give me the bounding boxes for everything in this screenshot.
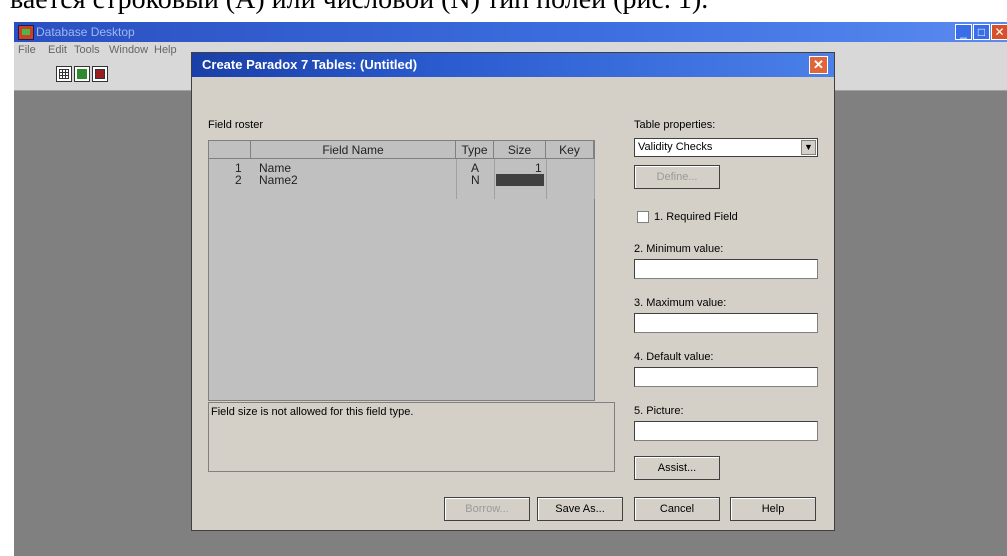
picture-label: 5. Picture: [634, 405, 684, 417]
chevron-down-icon[interactable]: ▼ [801, 140, 816, 155]
borrow-button[interactable]: Borrow... [444, 497, 530, 521]
field-name-cell[interactable]: Name2 [259, 174, 298, 187]
maximum-value-label: 3. Maximum value: [634, 297, 727, 309]
dialog-title-bar[interactable]: Create Paradox 7 Tables: (Untitled) ✕ [192, 53, 834, 77]
minimum-value-label: 2. Minimum value: [634, 243, 724, 255]
column-header-type[interactable]: Type [456, 141, 494, 159]
minimize-icon[interactable]: _ [955, 24, 972, 40]
row-number-header [209, 141, 251, 159]
menu-tools[interactable]: Tools [74, 44, 100, 56]
maximize-icon[interactable]: □ [973, 24, 990, 40]
status-message: Field size is not allowed for this field… [211, 406, 414, 418]
create-table-dialog: Create Paradox 7 Tables: (Untitled) ✕ Fi… [191, 52, 835, 531]
menu-edit[interactable]: Edit [48, 44, 67, 56]
grid-divider [456, 159, 457, 199]
table-icon[interactable] [56, 66, 72, 82]
required-field-label: 1. Required Field [654, 211, 738, 223]
row-number: 2 [235, 173, 242, 187]
sql-icon[interactable] [92, 66, 108, 82]
assist-button[interactable]: Assist... [634, 456, 720, 480]
menu-window[interactable]: Window [109, 44, 148, 56]
picture-input[interactable] [634, 421, 818, 441]
cancel-button[interactable]: Cancel [634, 497, 720, 521]
column-header-key[interactable]: Key [546, 141, 594, 159]
document-caption: вается строковый (A) или числовой (N) ти… [10, 0, 708, 16]
grid-divider [546, 159, 547, 199]
query-icon[interactable] [74, 66, 90, 82]
column-header-field-name[interactable]: Field Name [251, 141, 456, 159]
app-title: Database Desktop [36, 25, 135, 39]
table-properties-label: Table properties: [634, 119, 716, 131]
default-value-label: 4. Default value: [634, 351, 714, 363]
size-cell-selected[interactable] [496, 174, 544, 186]
default-value-input[interactable] [634, 367, 818, 387]
field-roster-label: Field roster [208, 119, 264, 131]
grid-divider [494, 159, 495, 199]
table-properties-select[interactable]: Validity Checks ▼ [634, 138, 818, 157]
field-roster-grid[interactable]: Field Name Type Size Key 1 Name A 1 2 Na… [208, 140, 595, 401]
required-field-checkbox[interactable] [637, 211, 649, 223]
grid-divider [594, 159, 595, 199]
minimum-value-input[interactable] [634, 259, 818, 279]
type-cell[interactable]: N [471, 174, 480, 187]
maximum-value-input[interactable] [634, 313, 818, 333]
dialog-close-icon[interactable]: ✕ [809, 56, 828, 74]
close-icon[interactable]: ✕ [991, 24, 1007, 40]
column-header-size[interactable]: Size [494, 141, 546, 159]
app-icon [18, 25, 34, 40]
menu-file[interactable]: File [18, 44, 36, 56]
table-properties-value: Validity Checks [638, 141, 713, 153]
define-button[interactable]: Define... [634, 165, 720, 189]
message-area: Field size is not allowed for this field… [208, 402, 615, 472]
dialog-title: Create Paradox 7 Tables: (Untitled) [202, 57, 418, 72]
save-as-button[interactable]: Save As... [537, 497, 623, 521]
app-title-bar[interactable]: Database Desktop _ □ ✕ [14, 22, 1007, 42]
menu-help[interactable]: Help [154, 44, 177, 56]
help-button[interactable]: Help [730, 497, 816, 521]
